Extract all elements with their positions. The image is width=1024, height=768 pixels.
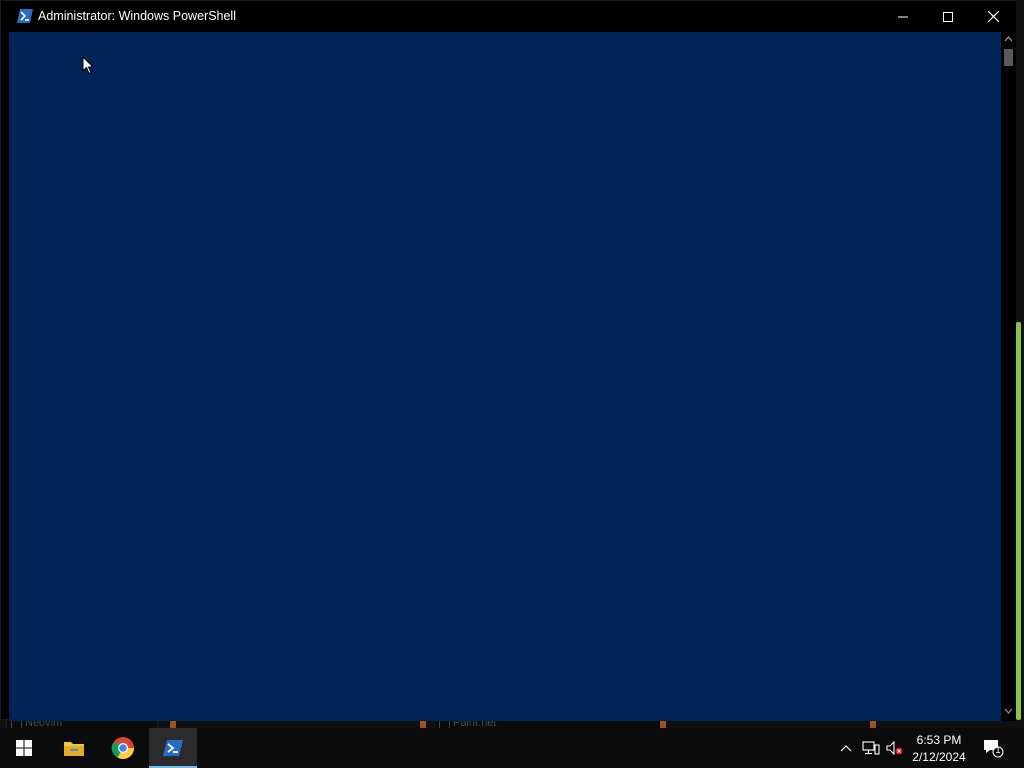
powershell-icon <box>17 9 33 23</box>
title-bar[interactable]: Administrator: Windows PowerShell <box>1 1 1016 32</box>
taskbar-powershell[interactable] <box>149 728 197 768</box>
powershell-icon <box>163 740 183 756</box>
show-hidden-icons-button[interactable] <box>840 740 852 756</box>
taskbar: 6:53 PM 2/12/2024 1 <box>0 728 1024 768</box>
start-button[interactable] <box>0 728 48 768</box>
scrollbar-thumb[interactable] <box>1004 49 1013 66</box>
notification-icon <box>984 740 1004 758</box>
mouse-cursor-icon <box>82 56 94 75</box>
notification-count: 1 <box>995 745 1001 755</box>
window-title: Administrator: Windows PowerShell <box>38 9 236 23</box>
windows-start-icon <box>16 740 32 756</box>
taskbar-chrome[interactable] <box>99 728 147 768</box>
minimize-icon <box>898 16 908 17</box>
maximize-icon <box>943 11 953 22</box>
powershell-window: Administrator: Windows PowerShell <box>0 0 1016 721</box>
action-center-button[interactable]: 1 <box>982 738 1006 763</box>
taskbar-clock[interactable]: 6:53 PM 2/12/2024 <box>906 732 972 766</box>
console-area[interactable] <box>9 32 1001 721</box>
file-explorer-icon <box>64 742 84 756</box>
minimize-button[interactable] <box>880 1 926 32</box>
network-icon <box>862 741 880 755</box>
desktop-green-edge <box>1016 322 1021 720</box>
taskbar-file-explorer[interactable] <box>50 728 98 768</box>
vertical-scrollbar[interactable] <box>1001 32 1016 721</box>
clock-time: 6:53 PM <box>916 733 962 747</box>
clock-date: 2/12/2024 <box>912 750 966 764</box>
network-button[interactable] <box>862 740 880 756</box>
close-icon <box>987 11 999 22</box>
volume-button[interactable] <box>886 740 904 756</box>
maximize-button[interactable] <box>925 1 971 32</box>
scroll-up-icon[interactable] <box>1004 36 1013 42</box>
chrome-icon <box>111 737 134 759</box>
scroll-down-icon[interactable] <box>1004 708 1013 714</box>
volume-muted-icon <box>886 741 903 755</box>
chevron-up-icon <box>840 745 852 752</box>
close-button[interactable] <box>970 1 1016 32</box>
